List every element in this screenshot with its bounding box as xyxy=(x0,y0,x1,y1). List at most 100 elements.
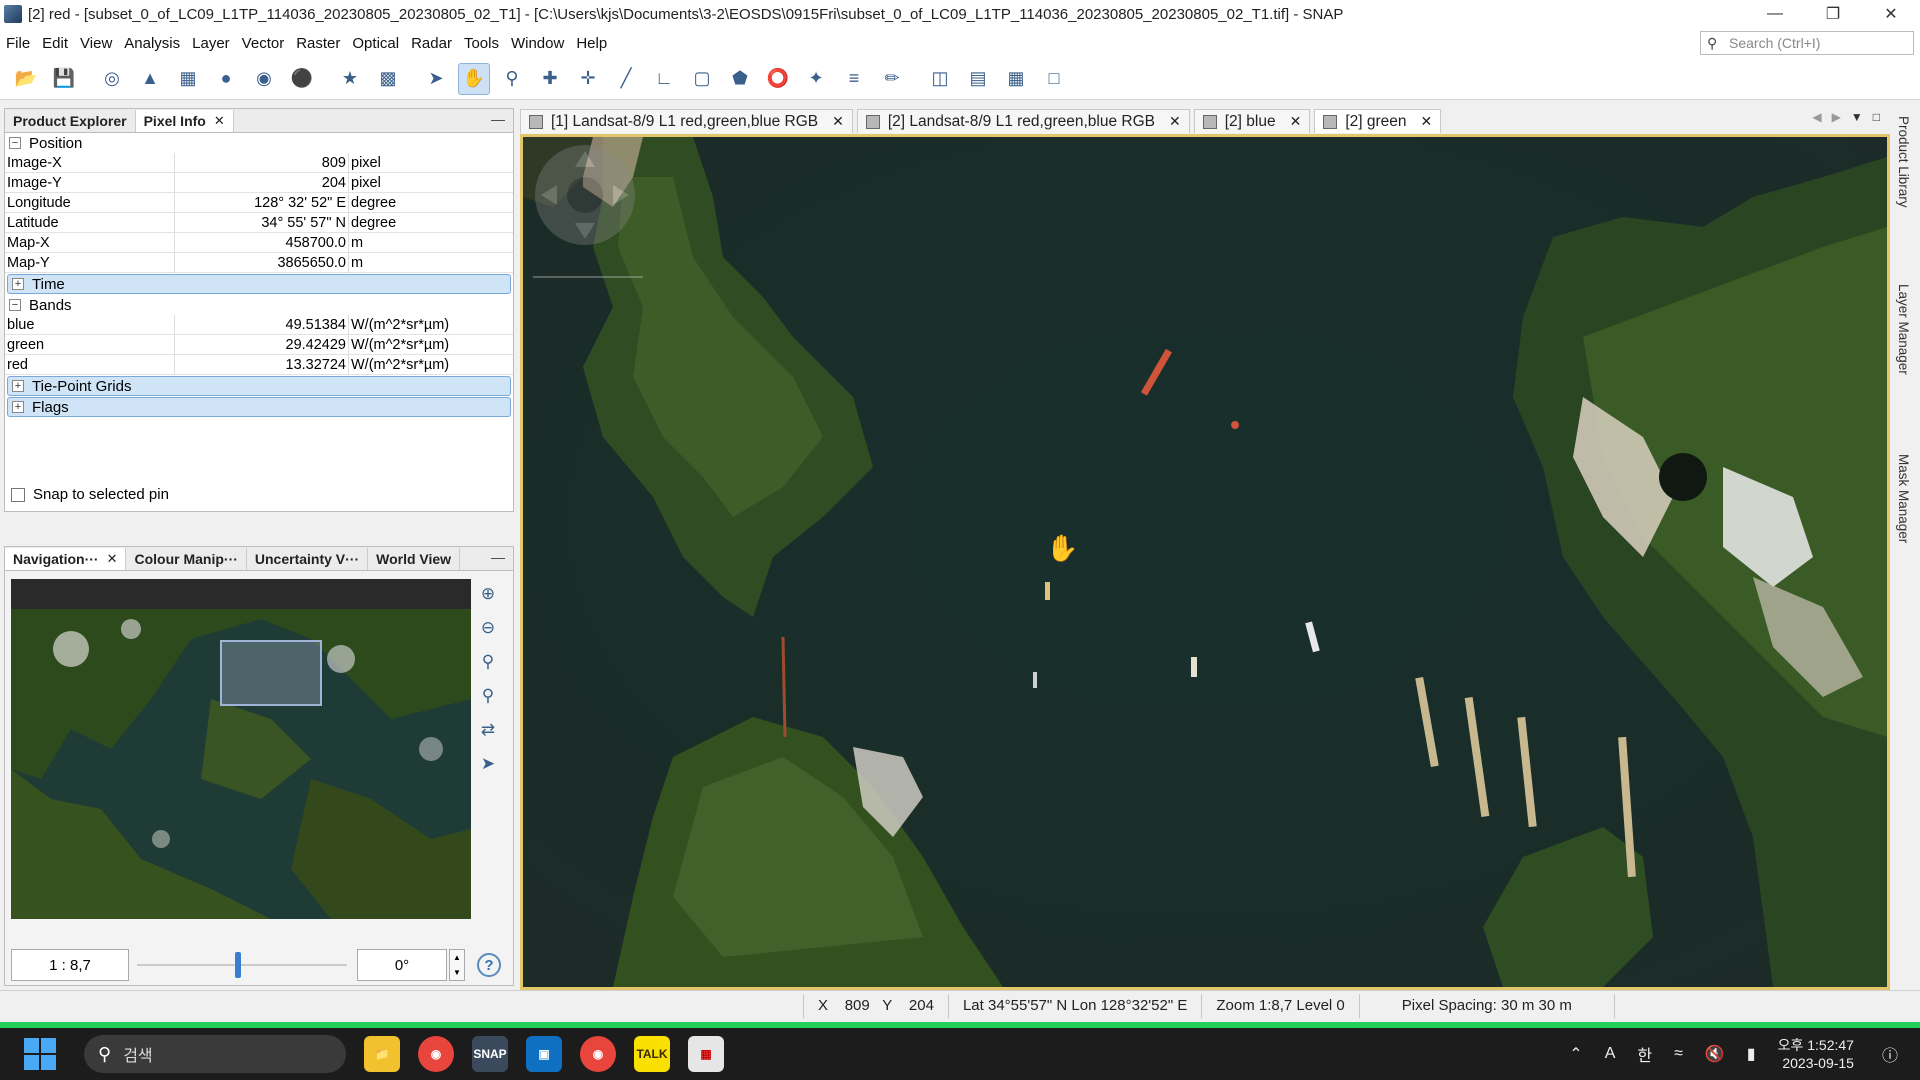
menu-radar[interactable]: Radar xyxy=(405,35,458,52)
mask-manager-tab[interactable]: Mask Manager xyxy=(1896,454,1911,543)
tab-navigation[interactable]: Navigation··· ✕ xyxy=(5,548,127,570)
sync-cursor-icon[interactable]: ➤ xyxy=(475,751,501,777)
window-app-icon[interactable]: ▦ xyxy=(688,1036,724,1072)
group-flags[interactable]: + Flags xyxy=(7,397,511,417)
menu-raster[interactable]: Raster xyxy=(290,35,346,52)
help-button[interactable]: ? xyxy=(477,953,501,977)
taskbar-clock[interactable]: 오후 1:52:47 2023-09-15 xyxy=(1778,1036,1854,1072)
snap-to-pin-checkbox[interactable]: Snap to selected pin xyxy=(11,486,169,503)
close-icon[interactable]: ✕ xyxy=(1290,113,1302,130)
wifi-icon[interactable]: ≈ xyxy=(1674,1045,1683,1063)
tab-view-2-green[interactable]: [2] green ✕ xyxy=(1314,109,1442,133)
mask-icon[interactable]: ⚫ xyxy=(286,63,318,95)
navigation-overview-image[interactable] xyxy=(11,579,471,919)
restore-button[interactable]: ❐ xyxy=(1804,0,1862,28)
maximize-view-icon[interactable]: □ xyxy=(1873,110,1880,124)
taskbar-search[interactable]: ⚲ 검색 xyxy=(84,1035,346,1073)
group-position[interactable]: − Position xyxy=(5,133,513,153)
zoom-in-icon[interactable]: ⊕ xyxy=(475,581,501,607)
reprojection-icon[interactable]: ▲ xyxy=(134,63,166,95)
start-button[interactable] xyxy=(24,1038,56,1070)
menu-vector[interactable]: Vector xyxy=(236,35,291,52)
chrome-profile-icon[interactable]: ◉ xyxy=(580,1036,616,1072)
expand-icon[interactable]: + xyxy=(12,401,24,413)
magic-wand-tool-icon[interactable]: ✦ xyxy=(800,63,832,95)
close-icon[interactable]: ✕ xyxy=(1169,113,1181,130)
polygon-drawing-tool-icon[interactable]: ⬟ xyxy=(724,63,756,95)
kakaotalk-icon[interactable]: TALK xyxy=(634,1036,670,1072)
zoom-tool-icon[interactable]: ⚲ xyxy=(496,63,528,95)
rotation-spinner[interactable]: ▲ ▼ xyxy=(449,949,465,981)
battery-icon[interactable]: ▮ xyxy=(1747,1044,1756,1064)
pan-tool-icon[interactable]: ✋ xyxy=(458,62,490,95)
rectangle-drawing-tool-icon[interactable]: ▢ xyxy=(686,63,718,95)
menu-edit[interactable]: Edit xyxy=(36,35,74,52)
tab-uncertainty-visualisation[interactable]: Uncertainty V··· xyxy=(247,548,369,570)
speaker-muted-icon[interactable]: 🔇 xyxy=(1705,1044,1725,1064)
tile-single-icon[interactable]: □ xyxy=(1038,63,1070,95)
menu-help[interactable]: Help xyxy=(570,35,613,52)
expand-icon[interactable]: + xyxy=(12,278,24,290)
graticule-icon[interactable]: ▦ xyxy=(172,63,204,95)
search-input[interactable]: ⚲ Search (Ctrl+I) xyxy=(1700,31,1914,55)
batch-processing-icon[interactable]: ▩ xyxy=(372,63,404,95)
tile-evenly-icon[interactable]: ▦ xyxy=(1000,63,1032,95)
measure-tool-icon[interactable]: ✏ xyxy=(876,63,908,95)
select-tool-icon[interactable]: ➤ xyxy=(420,63,452,95)
file-explorer-icon[interactable]: 📁 xyxy=(364,1036,400,1072)
layer-manager-tab[interactable]: Layer Manager xyxy=(1896,284,1911,375)
ime-mode-indicator[interactable]: A xyxy=(1605,1045,1616,1063)
tab-colour-manipulation[interactable]: Colour Manip··· xyxy=(126,548,247,570)
tab-view-1-rgb[interactable]: [1] Landsat-8/9 L1 red,green,blue RGB ✕ xyxy=(520,109,853,133)
scroll-left-icon[interactable]: ◀ xyxy=(1812,110,1821,124)
rotation-field[interactable]: 0° xyxy=(357,949,447,981)
menu-view[interactable]: View xyxy=(74,35,118,52)
snap-taskbar-icon[interactable]: SNAP xyxy=(472,1036,508,1072)
line-drawing-tool-icon[interactable]: ╱ xyxy=(610,63,642,95)
spinner-down-icon[interactable]: ▼ xyxy=(453,968,461,977)
zoom-pixel-icon[interactable]: ⚲ xyxy=(475,649,501,675)
notification-icon[interactable]: ⓘ xyxy=(1882,1042,1898,1066)
graph-builder-icon[interactable]: ★ xyxy=(334,63,366,95)
menu-window[interactable]: Window xyxy=(505,35,570,52)
checkbox-box[interactable] xyxy=(11,487,25,502)
image-view-canvas[interactable]: ✋ xyxy=(520,134,1890,990)
group-bands[interactable]: − Bands xyxy=(5,295,513,315)
spinner-up-icon[interactable]: ▲ xyxy=(453,953,461,962)
polyline-drawing-tool-icon[interactable]: ∟ xyxy=(648,63,680,95)
zoom-out-icon[interactable]: ⊖ xyxy=(475,615,501,641)
collapse-icon[interactable]: − xyxy=(9,137,21,149)
collapse-icon[interactable]: − xyxy=(9,299,21,311)
close-icon[interactable]: ✕ xyxy=(1421,113,1433,130)
minimize-panel-icon[interactable]: — xyxy=(491,549,505,565)
chevron-up-icon[interactable]: ⌃ xyxy=(1569,1044,1582,1064)
gcp-placing-tool-icon[interactable]: ✛ xyxy=(572,63,604,95)
ellipse-drawing-tool-icon[interactable]: ⭕ xyxy=(762,63,794,95)
minimize-button[interactable]: — xyxy=(1746,0,1804,28)
scroll-right-icon[interactable]: ▶ xyxy=(1832,110,1841,124)
close-button[interactable]: ✕ xyxy=(1862,0,1920,28)
zoom-scale-field[interactable]: 1 : 8,7 xyxy=(11,949,129,981)
close-icon[interactable]: ✕ xyxy=(107,551,118,567)
save-product-icon[interactable]: 💾 xyxy=(48,63,80,95)
close-icon[interactable]: ✕ xyxy=(214,113,225,129)
product-library-tab[interactable]: Product Library xyxy=(1896,116,1911,208)
language-indicator[interactable]: 한 xyxy=(1637,1042,1652,1066)
menu-analysis[interactable]: Analysis xyxy=(118,35,186,52)
pin-icon[interactable]: ● xyxy=(210,63,242,95)
zoom-all-icon[interactable]: ⚲ xyxy=(475,683,501,709)
tab-view-2-rgb[interactable]: [2] Landsat-8/9 L1 red,green,blue RGB ✕ xyxy=(856,109,1190,133)
band-maths-icon[interactable]: ◎ xyxy=(96,63,128,95)
chrome-icon[interactable]: ◉ xyxy=(418,1036,454,1072)
minimize-panel-icon[interactable]: — xyxy=(491,111,505,127)
blue-app-icon[interactable]: ▣ xyxy=(526,1036,562,1072)
sync-views-icon[interactable]: ⇄ xyxy=(475,717,501,743)
range-finder-tool-icon[interactable]: ≡ xyxy=(838,63,870,95)
group-time[interactable]: + Time xyxy=(7,274,511,294)
menu-file[interactable]: File xyxy=(0,35,36,52)
menu-layer[interactable]: Layer xyxy=(186,35,236,52)
tile-horizontally-icon[interactable]: ◫ xyxy=(924,63,956,95)
tile-vertically-icon[interactable]: ▤ xyxy=(962,63,994,95)
close-icon[interactable]: ✕ xyxy=(832,113,844,130)
open-product-icon[interactable]: 📂 xyxy=(10,63,42,95)
